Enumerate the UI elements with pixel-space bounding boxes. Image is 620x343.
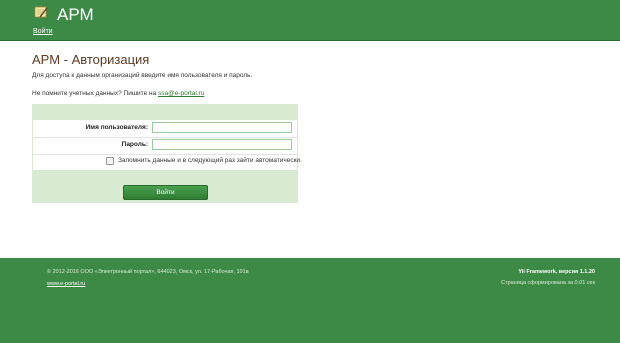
framework-version: Yii Framework, версия 1.1.20 bbox=[518, 269, 595, 275]
login-button[interactable]: Войти bbox=[123, 185, 208, 200]
password-input[interactable] bbox=[152, 139, 292, 150]
intro-text: Для доступа к данным организаций введите… bbox=[32, 72, 253, 79]
password-row: Пароль: bbox=[33, 137, 297, 155]
footer: © 2012-2016 ООО «Электронный портал», 64… bbox=[0, 258, 620, 343]
password-label: Пароль: bbox=[121, 141, 148, 148]
generation-time: Страница сформирована за 0.01 сек bbox=[501, 280, 595, 286]
notepad-pencil-icon bbox=[34, 5, 48, 19]
header: АРМ Войти bbox=[0, 0, 620, 40]
login-fields: Имя пользователя: Пароль: Запомнить данн… bbox=[33, 120, 302, 171]
login-form: Имя пользователя: Пароль: Запомнить данн… bbox=[32, 104, 302, 203]
site-link[interactable]: www.e-portal.ru bbox=[47, 281, 85, 287]
remember-row: Запомнить данные и в следующий раз зайти… bbox=[33, 154, 302, 171]
support-email-link[interactable]: ssa@e-portal.ru bbox=[158, 90, 204, 97]
username-label: Имя пользователя: bbox=[85, 124, 148, 131]
username-input[interactable] bbox=[152, 122, 292, 133]
remember-label[interactable]: Запомнить данные и в следующий раз зайти… bbox=[118, 157, 302, 164]
remember-checkbox[interactable] bbox=[106, 157, 114, 165]
page-title: АРМ - Авторизация bbox=[32, 52, 150, 67]
copyright-text: © 2012-2016 ООО «Электронный портал», 64… bbox=[47, 269, 249, 275]
username-row: Имя пользователя: bbox=[33, 120, 297, 138]
app-title: АРМ bbox=[57, 5, 94, 24]
nav-login-link[interactable]: Войти bbox=[33, 28, 53, 35]
forgot-label: Не помните учетных данных? Пишите на bbox=[32, 90, 159, 97]
forgot-credentials-text: Не помните учетных данных? Пишите на ssa… bbox=[32, 90, 204, 97]
main-content: АРМ - Авторизация Для доступа к данным о… bbox=[0, 40, 620, 258]
